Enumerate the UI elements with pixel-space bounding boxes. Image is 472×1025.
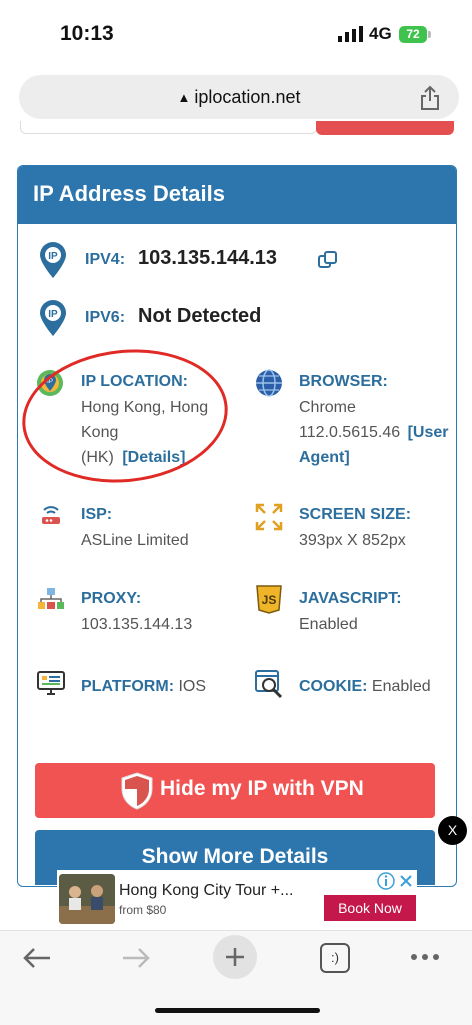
proxy-value: 103.135.144.13 [81, 616, 193, 633]
isp-value: ASLine Limited [81, 532, 189, 549]
platform-label: PLATFORM: [81, 678, 175, 695]
router-icon [42, 506, 60, 524]
ipv4-value: 103.135.144.13 [138, 247, 278, 269]
javascript-value: Enabled [299, 616, 358, 633]
search-button-partial[interactable] [316, 121, 454, 135]
copy-icon[interactable] [317, 250, 339, 270]
isp-label: ISP: [81, 506, 113, 523]
proxy-label: PROXY: [81, 590, 142, 607]
svg-text:IP: IP [48, 251, 58, 262]
monitor-icon [37, 671, 65, 695]
battery-tip [428, 31, 431, 38]
address-bar[interactable]: ▲ iplocation.net [19, 75, 459, 119]
status-time: 10:13 [60, 22, 114, 45]
share-icon[interactable] [419, 85, 441, 111]
javascript-label: JAVASCRIPT: [299, 590, 402, 607]
home-indicator [155, 1008, 320, 1013]
browser-version: 112.0.5615.46 [299, 424, 401, 441]
cookie-value: Enabled [371, 678, 431, 695]
platform-value: IOS [178, 678, 207, 695]
ipv4-label: IPV4: [85, 251, 126, 268]
url-text: iplocation.net [194, 87, 301, 107]
vpn-button-label: Hide my IP with VPN [160, 777, 364, 800]
network-type: 4G [369, 24, 392, 43]
signal-icon [338, 26, 363, 42]
url-display[interactable]: ▲ iplocation.net [19, 75, 459, 119]
ipv6-value: Not Detected [138, 305, 262, 327]
cookie-label: COOKIE: [299, 678, 368, 695]
tabs-label: :) [331, 950, 339, 965]
hide-ip-vpn-button[interactable]: Hide my IP with VPN [35, 763, 435, 818]
tabs-button[interactable]: :) [320, 943, 350, 973]
ad-title: Hong Kong City Tour +... [119, 882, 294, 899]
card-header: IP Address Details [18, 166, 456, 224]
close-ad-button[interactable]: X [438, 816, 467, 845]
user-agent-link-part1[interactable]: [User [408, 424, 449, 441]
proxy-network-icon [38, 588, 64, 609]
ad-banner[interactable]: Hong Kong City Tour +... from $80 Book N… [57, 870, 417, 928]
plus-icon [226, 948, 244, 966]
location-pin-icon: IP [40, 242, 66, 278]
svg-text:JS: JS [262, 593, 277, 607]
warning-icon: ▲ [177, 90, 191, 105]
globe-icon [256, 369, 282, 397]
ad-close-icon[interactable] [397, 872, 415, 890]
back-arrow-icon[interactable] [22, 946, 52, 970]
browser-name: Chrome [299, 399, 356, 416]
shield-icon [121, 772, 153, 810]
ipv6-label: IPV6: [85, 309, 126, 326]
forward-arrow-icon[interactable] [121, 946, 151, 970]
card-title: IP Address Details [33, 181, 225, 206]
ad-image [59, 874, 115, 924]
browser-label: BROWSER: [299, 373, 388, 390]
cookie-row: COOKIE: Enabled [299, 674, 431, 699]
adchoices-icon[interactable] [377, 872, 395, 890]
more-options-icon[interactable] [410, 953, 440, 961]
battery-level: 72 [406, 27, 420, 41]
new-tab-button[interactable] [213, 935, 257, 979]
browser-version-line: 112.0.5615.46 [User [299, 420, 449, 445]
screen-size-value: 393px X 852px [299, 532, 406, 549]
screen-size-label: SCREEN SIZE: [299, 506, 412, 523]
battery-icon: 72 [399, 26, 427, 43]
javascript-icon: JS [256, 585, 282, 614]
ad-price: from $80 [119, 903, 167, 917]
svg-text:IP: IP [48, 309, 58, 320]
location-pin-icon: IP [40, 300, 66, 336]
user-agent-link-part2[interactable]: Agent] [299, 445, 350, 470]
expand-icon [255, 503, 283, 531]
platform-row: PLATFORM: IOS [81, 674, 206, 699]
search-input-partial[interactable] [20, 121, 317, 134]
cookie-search-icon [255, 670, 283, 699]
ad-book-now-button[interactable]: Book Now [324, 895, 416, 921]
show-more-label: Show More Details [141, 845, 329, 868]
